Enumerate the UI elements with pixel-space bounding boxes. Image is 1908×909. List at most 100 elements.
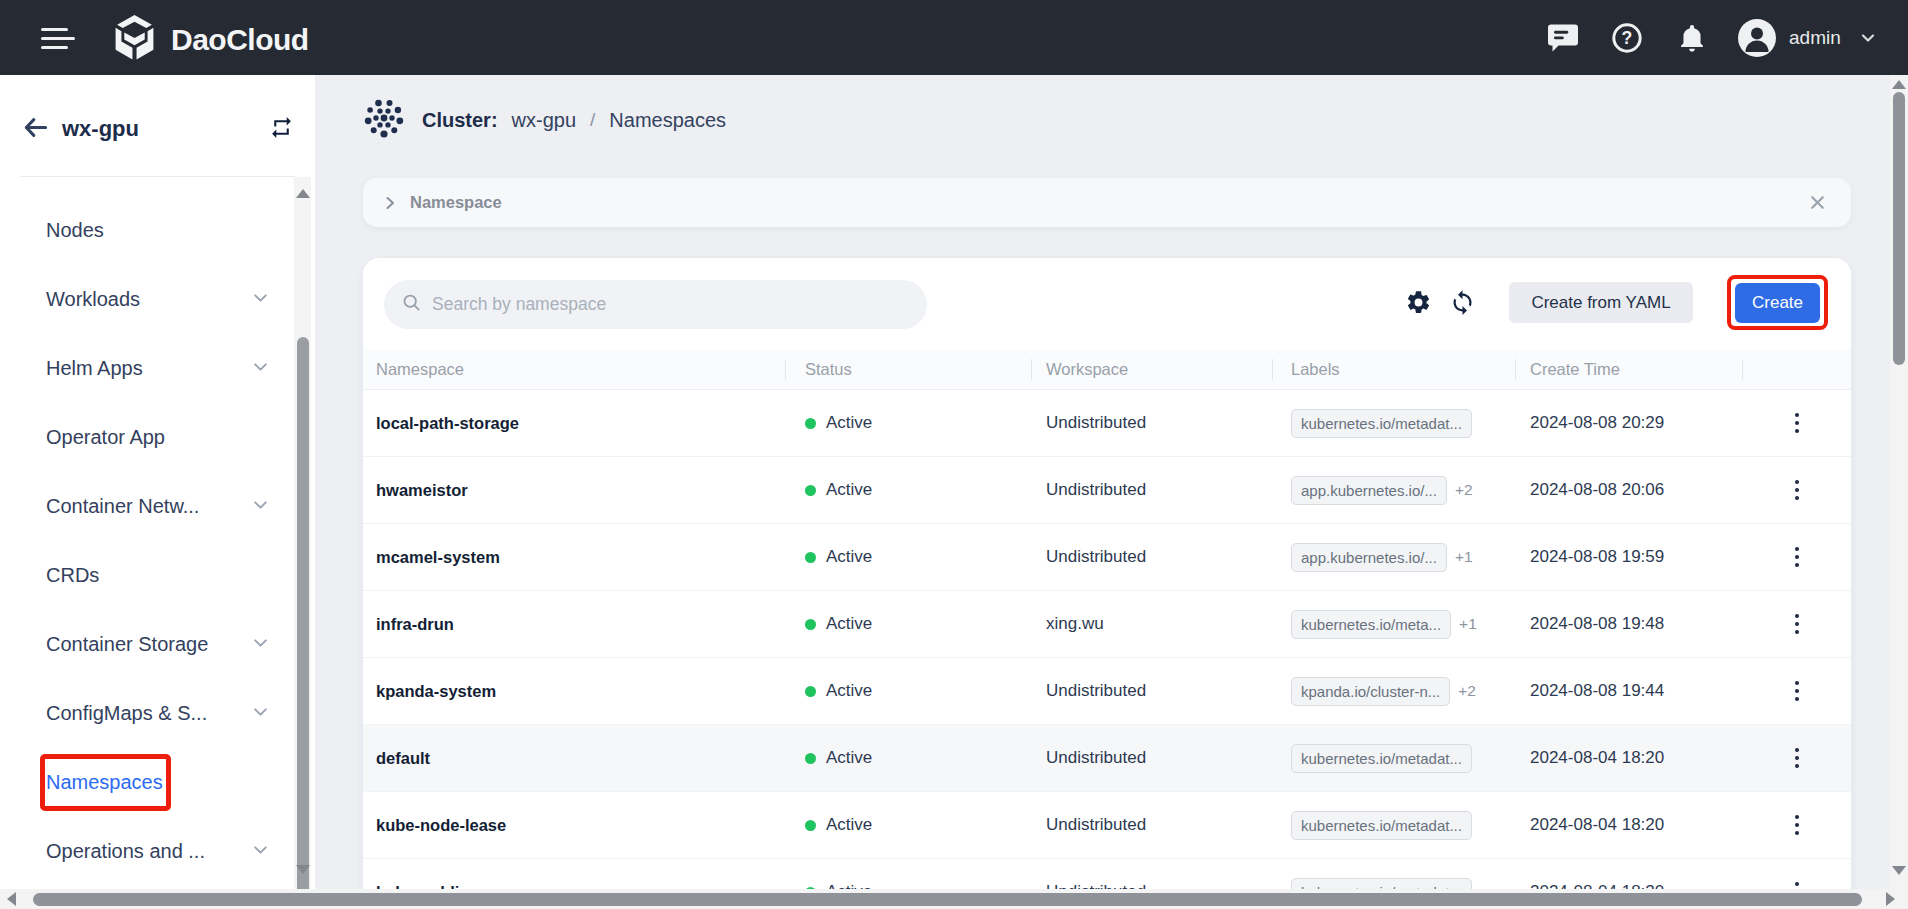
namespace-name[interactable]: default [363, 749, 785, 768]
search-bar[interactable] [384, 280, 927, 329]
sidebar-item-operations-and[interactable]: Operations and ... [0, 817, 294, 886]
page-vertical-scrollbar[interactable] [1890, 75, 1908, 909]
status-dot [805, 485, 816, 496]
table-row[interactable]: kpanda-systemActiveUndistributedkpanda.i… [363, 658, 1851, 725]
scroll-down-arrow[interactable] [1892, 866, 1906, 875]
messages-icon[interactable] [1545, 0, 1581, 75]
label-chip: kubernetes.io/meta... [1291, 610, 1451, 639]
table-row[interactable]: infra-drunActivexing.wukubernetes.io/met… [363, 591, 1851, 658]
page-horizontal-scrollbar[interactable] [0, 889, 1908, 909]
sidebar-divider [20, 176, 295, 177]
table-row[interactable]: defaultActiveUndistributed kubernetes.io/… [363, 725, 1851, 792]
workspace-cell: Undistributed [1031, 547, 1272, 567]
daocloud-logo[interactable]: DaoCloud [112, 14, 309, 65]
status-cell: Active [785, 815, 1031, 835]
table-row[interactable]: mcamel-systemActiveUndistributedapp.kube… [363, 524, 1851, 591]
scroll-left-arrow[interactable] [7, 892, 16, 906]
search-icon [401, 292, 422, 317]
user-avatar[interactable] [1737, 0, 1777, 75]
sidebar-item-configmaps-s[interactable]: ConfigMaps & S... [0, 679, 294, 748]
labels-cell: app.kubernetes.io/...+1 [1272, 543, 1515, 572]
chevron-right-icon [382, 195, 398, 211]
column-header-labels: Labels [1272, 349, 1515, 390]
username-label: admin [1789, 0, 1841, 75]
status-label: Active [826, 815, 872, 835]
page-horizontal-scrollbar-thumb[interactable] [33, 893, 1862, 906]
workspace-cell: Undistributed [1031, 413, 1272, 433]
create-time-cell: 2024-08-08 19:44 [1515, 681, 1742, 701]
status-label: Active [826, 681, 872, 701]
label-extra-count: +1 [1455, 548, 1473, 566]
namespace-name[interactable]: local-path-storage [363, 414, 785, 433]
workspace-cell: Undistributed [1031, 748, 1272, 768]
settings-gear-icon[interactable] [1405, 289, 1432, 320]
create-button[interactable]: Create [1735, 283, 1820, 323]
workspace-cell: Undistributed [1031, 681, 1272, 701]
sidebar-item-label: Operations and ... [46, 840, 205, 863]
status-dot [805, 753, 816, 764]
status-cell: Active [785, 748, 1031, 768]
refresh-icon[interactable] [1449, 289, 1476, 320]
sidebar-scrollbar-thumb[interactable] [297, 337, 309, 909]
chevron-down-icon [252, 633, 269, 656]
row-actions-kebab-button[interactable] [1791, 473, 1803, 506]
column-header-actions [1742, 349, 1851, 390]
column-header-status: Status [785, 349, 1031, 390]
scroll-down-arrow[interactable] [296, 865, 310, 874]
chevron-down-icon [252, 495, 269, 518]
sidebar-nav: NodesWorkloadsHelm AppsOperator AppConta… [0, 196, 294, 886]
cluster-title: wx-gpu [62, 116, 139, 142]
breadcrumb-current: Namespaces [609, 109, 726, 132]
row-actions-kebab-button[interactable] [1791, 741, 1803, 774]
page-vertical-scrollbar-thumb[interactable] [1893, 92, 1905, 365]
user-menu-chevron-down-icon[interactable] [1858, 0, 1878, 75]
row-actions-kebab-button[interactable] [1791, 674, 1803, 707]
sidebar-item-label: Nodes [46, 219, 104, 242]
row-actions-kebab-button[interactable] [1791, 607, 1803, 640]
create-time-cell: 2024-08-08 20:06 [1515, 480, 1742, 500]
sidebar: wx-gpu Nodes Workloads Helm AppsOperator A… [0, 75, 315, 909]
create-from-yaml-button[interactable]: Create from YAML [1509, 282, 1693, 323]
table-row[interactable]: local-path-storageActiveUndistributedkub… [363, 390, 1851, 457]
namespace-name[interactable]: hwameistor [363, 481, 785, 500]
sidebar-item-operator-app[interactable]: Operator App [0, 403, 294, 472]
sidebar-item-label: ConfigMaps & S... [46, 702, 207, 725]
search-input[interactable] [432, 294, 927, 315]
table-row[interactable]: kube-node-leaseActiveUndistributedkubern… [363, 792, 1851, 859]
row-actions-kebab-button[interactable] [1791, 808, 1803, 841]
scroll-right-arrow[interactable] [1886, 892, 1895, 906]
namespace-name[interactable]: kube-node-lease [363, 816, 785, 835]
sidebar-item-nodes[interactable]: Nodes [0, 196, 294, 265]
close-icon[interactable] [1808, 193, 1827, 216]
sidebar-item-crds[interactable]: CRDs [0, 541, 294, 610]
sidebar-item-namespaces[interactable]: Namespaces [0, 748, 294, 817]
namespace-collapse-panel[interactable]: Namespace [363, 178, 1851, 227]
help-icon[interactable]: ? [1610, 0, 1644, 75]
namespace-name[interactable]: mcamel-system [363, 548, 785, 567]
sidebar-item-helm-apps[interactable]: Helm Apps [0, 334, 294, 403]
sidebar-item-label: Workloads [46, 288, 140, 311]
breadcrumb-cluster-link[interactable]: wx-gpu [512, 109, 576, 132]
scroll-up-arrow[interactable] [296, 189, 310, 198]
namespace-name[interactable]: infra-drun [363, 615, 785, 634]
svg-text:?: ? [1622, 28, 1633, 48]
menu-hamburger-icon[interactable] [41, 28, 75, 55]
sidebar-item-container-netw[interactable]: Container Netw... [0, 472, 294, 541]
row-actions-kebab-button[interactable] [1791, 406, 1803, 439]
notifications-bell-icon[interactable] [1676, 0, 1708, 75]
namespace-name[interactable]: kpanda-system [363, 682, 785, 701]
sidebar-item-container-storage[interactable]: Container Storage [0, 610, 294, 679]
status-label: Active [826, 480, 872, 500]
status-dot [805, 686, 816, 697]
label-chip: kubernetes.io/metadat... [1291, 744, 1472, 773]
switch-cluster-icon[interactable] [269, 115, 294, 144]
status-dot [805, 418, 816, 429]
back-arrow-icon[interactable] [22, 114, 49, 145]
topbar: DaoCloud ? admin [0, 0, 1908, 75]
scroll-up-arrow[interactable] [1892, 80, 1906, 89]
table-row[interactable]: hwameistorActiveUndistributedapp.kuberne… [363, 457, 1851, 524]
sidebar-item-workloads[interactable]: Workloads [0, 265, 294, 334]
sidebar-scrollbar[interactable] [294, 177, 311, 889]
workspace-cell: xing.wu [1031, 614, 1272, 634]
row-actions-kebab-button[interactable] [1791, 540, 1803, 573]
